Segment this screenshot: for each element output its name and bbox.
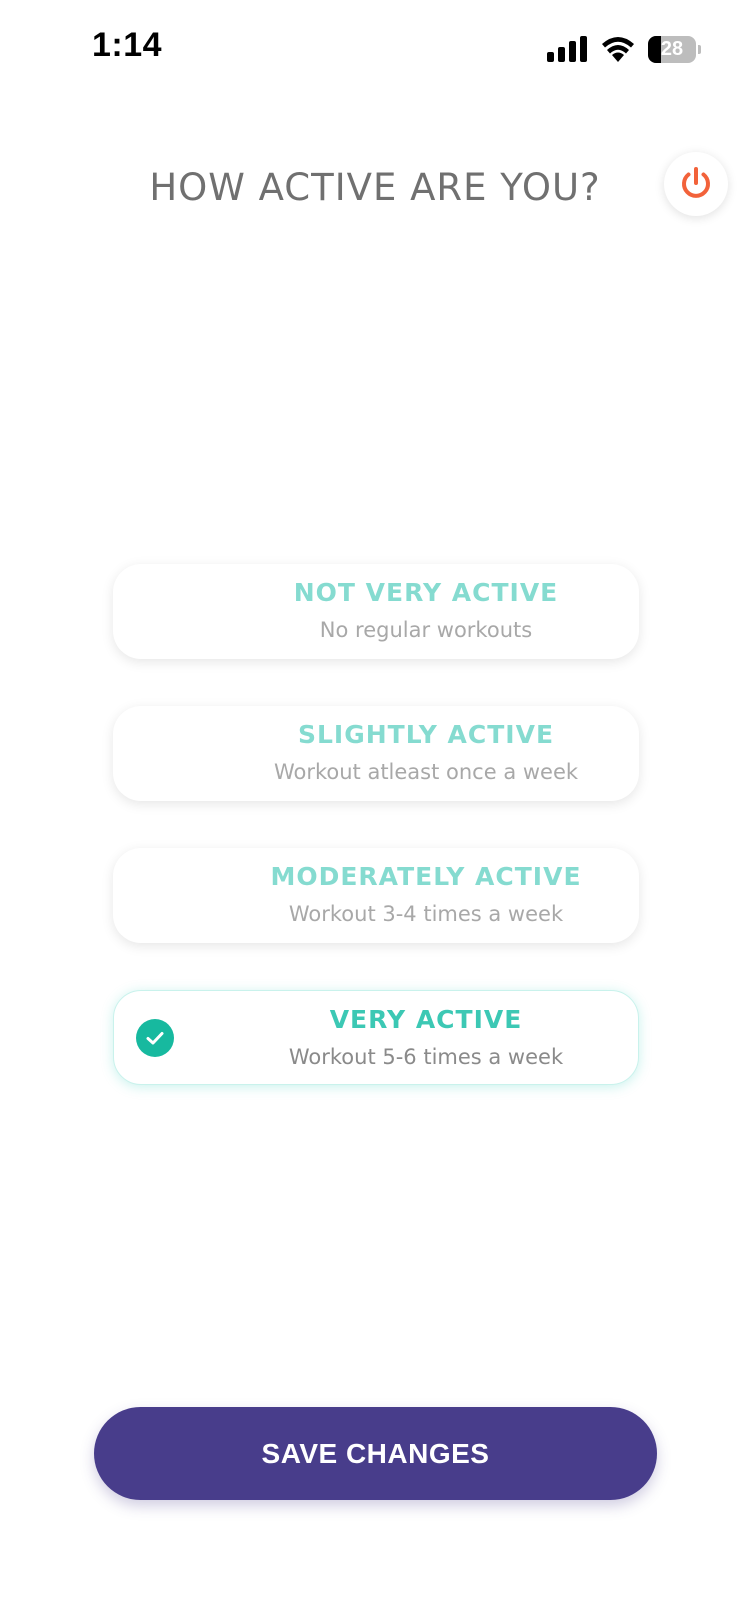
cellular-signal-icon <box>547 36 587 62</box>
option-title: MODERATELY ACTIVE <box>270 862 582 891</box>
option-subtitle: No regular workouts <box>319 618 533 642</box>
status-time: 1:14 <box>92 26 163 64</box>
battery-tip <box>698 45 701 54</box>
checkmark-glyph <box>146 1032 164 1045</box>
option-slightly-active[interactable]: SLIGHTLY ACTIVE Workout atleast once a w… <box>113 706 639 801</box>
activity-options: NOT VERY ACTIVE No regular workouts SLIG… <box>113 564 639 1132</box>
option-subtitle: Workout 3-4 times a week <box>288 902 564 926</box>
power-icon <box>682 167 710 198</box>
page-title: HOW ACTIVE ARE YOU? <box>149 166 601 209</box>
option-title: NOT VERY ACTIVE <box>293 578 559 607</box>
save-changes-button[interactable]: SAVE CHANGES <box>94 1407 657 1500</box>
power-button[interactable] <box>664 152 728 216</box>
option-title: VERY ACTIVE <box>329 1005 523 1034</box>
option-not-very-active[interactable]: NOT VERY ACTIVE No regular workouts <box>113 564 639 659</box>
wifi-icon <box>602 37 634 62</box>
option-moderately-active[interactable]: MODERATELY ACTIVE Workout 3-4 times a we… <box>113 848 639 943</box>
option-subtitle: Workout 5-6 times a week <box>288 1045 564 1069</box>
option-title: SLIGHTLY ACTIVE <box>297 720 555 749</box>
option-very-active[interactable]: VERY ACTIVE Workout 5-6 times a week <box>113 990 639 1085</box>
battery-body: 28 <box>648 36 696 63</box>
checkmark-icon <box>136 1019 174 1057</box>
option-subtitle: Workout atleast once a week <box>273 760 579 784</box>
battery-indicator: 28 <box>648 36 702 63</box>
status-bar: 1:14 28 <box>0 0 750 100</box>
battery-level-text: 28 <box>660 38 684 60</box>
